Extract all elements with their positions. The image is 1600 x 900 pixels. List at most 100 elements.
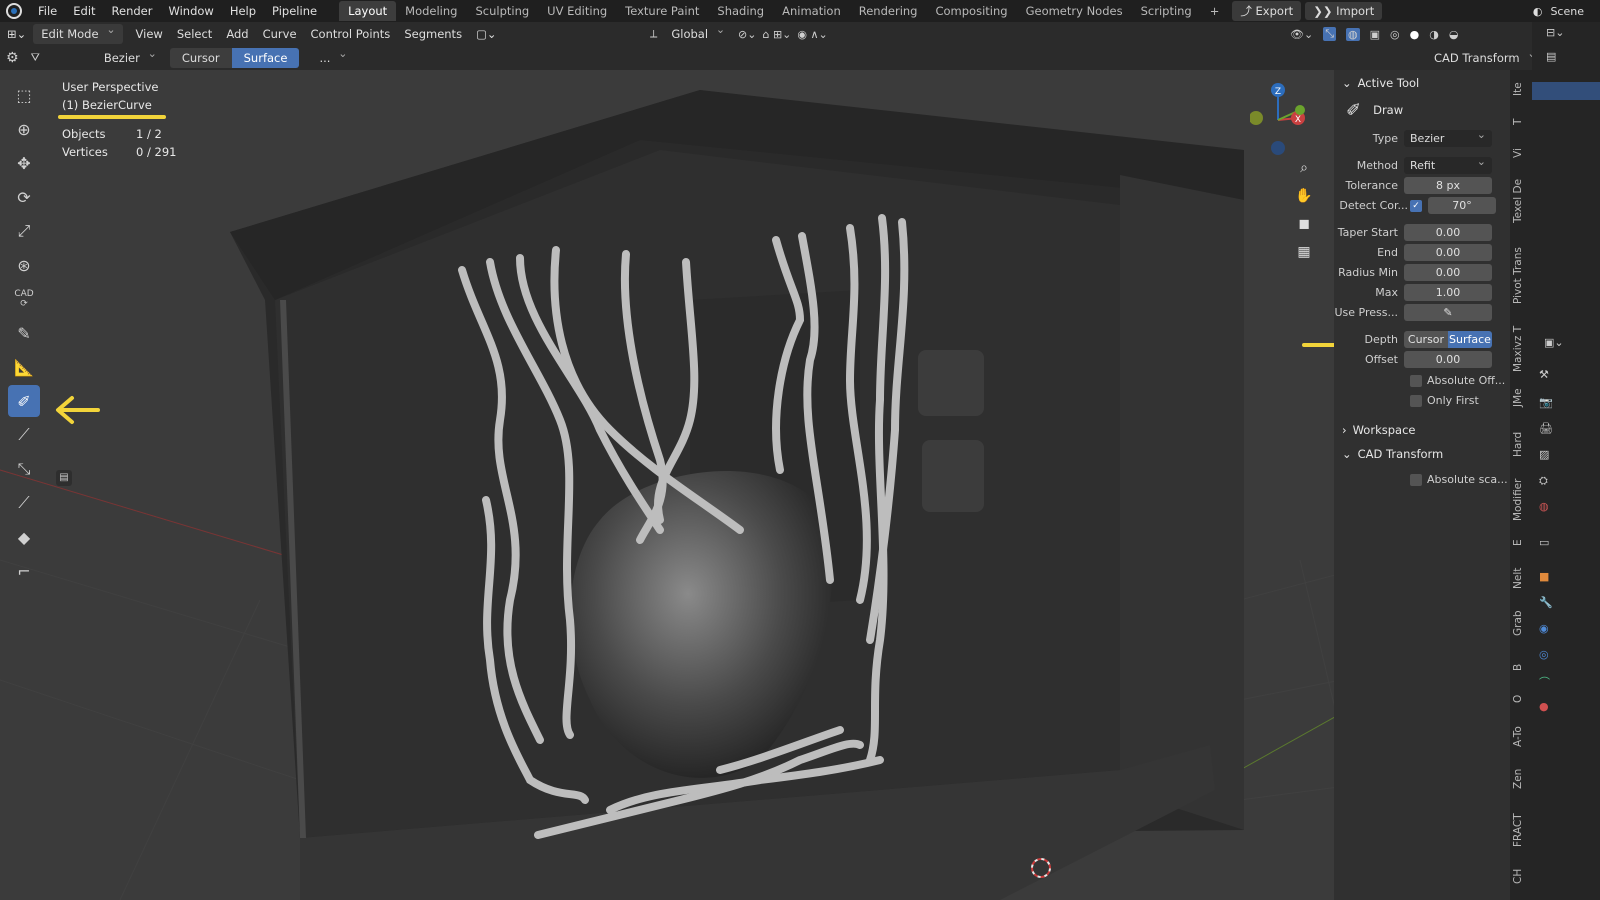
tab-grab[interactable]: Grab bbox=[1512, 606, 1530, 640]
taper-end-field[interactable]: 0.00 bbox=[1404, 244, 1492, 261]
pen-icon[interactable]: ⟋ bbox=[8, 419, 40, 451]
properties-editor-icon[interactable]: ⊟⌄ bbox=[1546, 26, 1564, 39]
cursor-icon[interactable]: ⊕ bbox=[8, 113, 40, 145]
import-button[interactable]: ❯❯ Import bbox=[1305, 2, 1383, 20]
tab-b[interactable]: B bbox=[1512, 660, 1530, 674]
add-workspace-icon[interactable]: + bbox=[1201, 1, 1229, 21]
tab-animation[interactable]: Animation bbox=[773, 1, 850, 21]
tab-sculpting[interactable]: Sculpting bbox=[466, 1, 538, 21]
depth-surface-toggle[interactable]: Surface bbox=[231, 48, 300, 68]
menu-segments[interactable]: Segments bbox=[397, 27, 469, 41]
rotate-icon[interactable]: ⟳ bbox=[8, 181, 40, 213]
pan-hand-icon[interactable]: ✋ bbox=[1291, 183, 1317, 209]
type-dropdown[interactable]: Bezier bbox=[1404, 128, 1492, 147]
detect-corners-field[interactable]: 70° bbox=[1428, 197, 1496, 214]
tab-modifier[interactable]: Modifier bbox=[1512, 474, 1530, 526]
draw-curve-icon[interactable]: ✐ bbox=[8, 385, 40, 417]
object-properties-icon[interactable]: ■ bbox=[1539, 570, 1555, 586]
particles-properties-icon[interactable]: ◉ bbox=[1539, 622, 1555, 638]
tab-ch[interactable]: CH bbox=[1512, 866, 1530, 886]
menu-view[interactable]: View bbox=[129, 27, 170, 41]
menu-file[interactable]: File bbox=[30, 4, 65, 18]
editor-type-icon[interactable]: ⊞⌄ bbox=[0, 27, 33, 41]
more-options-dropdown[interactable]: ... bbox=[311, 47, 354, 68]
render-properties-icon[interactable]: 📷 bbox=[1539, 396, 1555, 412]
tab-rendering[interactable]: Rendering bbox=[850, 1, 927, 21]
settings-gear-icon[interactable]: ⚙ bbox=[0, 50, 25, 66]
absolute-scale-row[interactable]: Absolute sca... bbox=[1334, 470, 1510, 489]
camera-view-icon[interactable]: ◼ bbox=[1291, 211, 1317, 237]
transform-orientation-dropdown[interactable]: Global bbox=[663, 23, 732, 44]
detect-corners-checkbox[interactable]: ✓ bbox=[1410, 199, 1422, 212]
overlay-icon[interactable]: ◍ bbox=[1346, 27, 1360, 41]
tab-scripting[interactable]: Scripting bbox=[1132, 1, 1201, 21]
move-icon[interactable]: ✥ bbox=[8, 147, 40, 179]
depth-cursor-toggle[interactable]: Cursor bbox=[169, 48, 232, 68]
absolute-offset-row[interactable]: Absolute Off... bbox=[1334, 371, 1510, 390]
view-layer-icon[interactable]: ▨ bbox=[1539, 448, 1555, 464]
menu-render[interactable]: Render bbox=[104, 4, 161, 18]
menu-help[interactable]: Help bbox=[222, 4, 264, 18]
absolute-offset-checkbox[interactable] bbox=[1410, 374, 1422, 387]
tolerance-field[interactable]: 8 px bbox=[1404, 177, 1492, 194]
proportional-edit-icon[interactable]: ◉ ∧⌄ bbox=[797, 28, 827, 41]
physics-properties-icon[interactable]: ◎ bbox=[1539, 648, 1555, 664]
menu-control-points[interactable]: Control Points bbox=[304, 27, 398, 41]
panel-depth-cursor[interactable]: Cursor bbox=[1404, 331, 1448, 348]
use-pressure-toggle[interactable]: ✎ bbox=[1404, 304, 1492, 321]
active-tool-header[interactable]: ⌄ Active Tool bbox=[1334, 71, 1510, 95]
output-properties-icon[interactable]: 🖨 bbox=[1539, 422, 1555, 438]
visibility-icon[interactable]: 👁⌄ bbox=[1290, 28, 1313, 41]
select-box-icon[interactable]: ⬚ bbox=[8, 79, 40, 111]
tab-view[interactable]: Vi bbox=[1512, 144, 1530, 162]
cad-icon[interactable]: CAD ⟳ bbox=[8, 283, 40, 315]
tab-o[interactable]: O bbox=[1512, 692, 1530, 706]
tab-a-tools[interactable]: A-To bbox=[1512, 720, 1530, 754]
only-first-row[interactable]: Only First bbox=[1334, 391, 1510, 410]
tab-jme[interactable]: JMe bbox=[1512, 384, 1530, 412]
cad-transform-header[interactable]: ⌄ CAD Transform bbox=[1334, 442, 1510, 466]
blender-logo-icon[interactable] bbox=[6, 3, 22, 19]
tab-hard[interactable]: Hard bbox=[1512, 428, 1530, 460]
method-dropdown[interactable]: Refit bbox=[1404, 155, 1492, 174]
tab-shading[interactable]: Shading bbox=[708, 1, 773, 21]
measure-icon[interactable]: 📐 bbox=[8, 351, 40, 383]
tab-zen[interactable]: Zen bbox=[1512, 766, 1530, 792]
tab-layout[interactable]: Layout bbox=[339, 1, 397, 21]
wireframe-shading-icon[interactable]: ◎ bbox=[1390, 28, 1400, 41]
tab-compositing[interactable]: Compositing bbox=[926, 1, 1016, 21]
data-properties-icon[interactable]: ⌒ bbox=[1539, 674, 1555, 690]
absolute-scale-checkbox[interactable] bbox=[1410, 473, 1422, 486]
randomize-icon[interactable]: ⌐ bbox=[8, 555, 40, 587]
material-properties-icon[interactable]: ● bbox=[1539, 700, 1555, 716]
xray-icon[interactable]: ▣ bbox=[1370, 28, 1380, 41]
tab-nelt[interactable]: Nelt bbox=[1512, 564, 1530, 592]
pivot-icon[interactable]: ⊘⌄ bbox=[738, 28, 756, 41]
scale-icon[interactable]: ⤢ bbox=[8, 215, 40, 247]
toolbar-expand-icon[interactable]: ▤ bbox=[56, 470, 72, 486]
modifier-properties-icon[interactable]: 🔧 bbox=[1539, 596, 1555, 612]
taper-start-field[interactable]: 0.00 bbox=[1404, 224, 1492, 241]
tab-pivot-transform[interactable]: Pivot Trans bbox=[1512, 240, 1530, 312]
scene-selector[interactable]: ◐ Scene bbox=[1533, 0, 1600, 22]
tab-item[interactable]: Ite bbox=[1512, 78, 1530, 100]
menu-add[interactable]: Add bbox=[219, 27, 255, 41]
perspective-toggle-icon[interactable]: ▦ bbox=[1291, 239, 1317, 265]
tab-e[interactable]: E bbox=[1512, 536, 1530, 550]
menu-curve[interactable]: Curve bbox=[256, 27, 304, 41]
extrude-icon[interactable]: ◆ bbox=[8, 521, 40, 553]
radius-max-field[interactable]: 1.00 bbox=[1404, 284, 1492, 301]
navigation-gizmo[interactable]: Z X bbox=[1249, 82, 1310, 162]
only-first-checkbox[interactable] bbox=[1410, 394, 1422, 407]
snap-icon[interactable]: ⌂ ⊞⌄ bbox=[762, 28, 791, 41]
curve-type-dropdown[interactable]: Bezier bbox=[96, 47, 164, 68]
collection-properties-icon[interactable]: ▭ bbox=[1539, 536, 1555, 552]
outliner-selected-row[interactable] bbox=[1532, 82, 1600, 100]
filter-icon[interactable]: ⛛ bbox=[25, 51, 46, 65]
mode-selector[interactable]: Edit Mode bbox=[33, 23, 123, 44]
scene-properties-icon[interactable]: ⛭ bbox=[1539, 474, 1555, 490]
offset-field[interactable]: 0.00 bbox=[1404, 351, 1492, 368]
curve-options-icon[interactable]: ▢⌄ bbox=[469, 27, 504, 41]
tilt-icon[interactable]: ⤡ bbox=[8, 453, 40, 485]
menu-select[interactable]: Select bbox=[170, 27, 219, 41]
